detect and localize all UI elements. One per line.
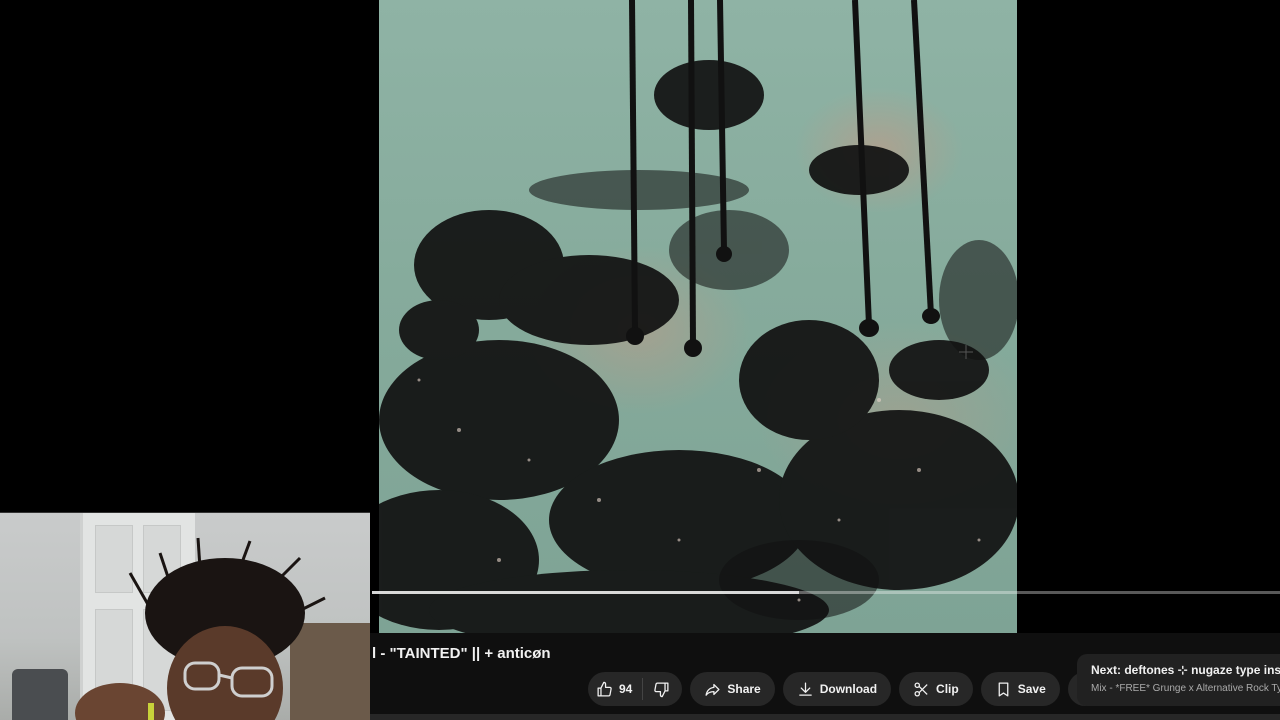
clip-button[interactable]: Clip bbox=[899, 672, 973, 706]
action-bar: 94 Share Download Clip Save bbox=[588, 672, 1102, 706]
like-button[interactable]: 94 bbox=[588, 672, 642, 706]
download-label: Download bbox=[819, 682, 878, 696]
progress-fill bbox=[372, 591, 799, 594]
clip-icon bbox=[914, 681, 928, 697]
webcam-person bbox=[75, 537, 326, 720]
cursor-crosshair-icon bbox=[959, 345, 973, 359]
save-icon bbox=[998, 681, 1009, 697]
video-frame[interactable] bbox=[379, 0, 1017, 633]
video-title: l - "TAINTED" || + anticøn bbox=[372, 645, 551, 662]
download-icon bbox=[798, 681, 812, 696]
like-count: 94 bbox=[619, 682, 633, 696]
next-video-card[interactable]: Next: deftones ⊹ nugaze type instrum Mix… bbox=[1077, 654, 1280, 706]
like-dislike-group: 94 bbox=[588, 672, 683, 706]
like-icon bbox=[597, 681, 612, 697]
share-button[interactable]: Share bbox=[690, 672, 775, 706]
save-button[interactable]: Save bbox=[980, 672, 1060, 706]
album-art bbox=[379, 0, 1017, 633]
share-icon bbox=[705, 683, 720, 696]
share-label: Share bbox=[727, 682, 761, 696]
next-video-title: Next: deftones ⊹ nugaze type instrum bbox=[1091, 663, 1280, 677]
save-label: Save bbox=[1017, 682, 1046, 696]
webcam-overlay bbox=[0, 512, 370, 720]
download-button[interactable]: Download bbox=[782, 672, 892, 706]
progress-bar[interactable] bbox=[372, 591, 1280, 594]
clip-label: Clip bbox=[936, 682, 959, 696]
screen: l - "TAINTED" || + anticøn 94 Share Down… bbox=[0, 0, 1280, 720]
dislike-icon bbox=[654, 681, 669, 697]
dislike-button[interactable] bbox=[643, 672, 682, 706]
next-video-subtitle: Mix - *FREE* Grunge x Alternative Rock T… bbox=[1091, 683, 1280, 694]
bottom-strip bbox=[370, 714, 1280, 720]
